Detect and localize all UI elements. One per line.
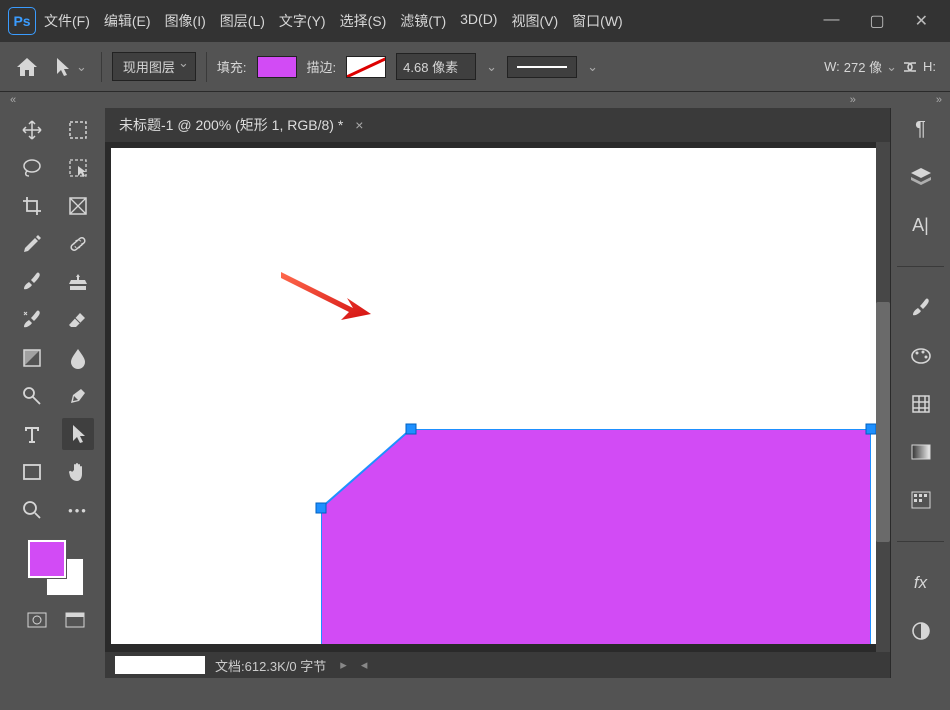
menu-image[interactable]: 图像(I)	[165, 11, 206, 31]
swatches-panel-icon[interactable]	[906, 343, 936, 369]
collapse-right2-icon[interactable]: »	[936, 94, 942, 106]
clone-stamp-tool[interactable]	[62, 266, 94, 298]
grid-panel-icon[interactable]	[906, 391, 936, 417]
foreground-color-swatch[interactable]	[28, 540, 66, 578]
spot-heal-tool[interactable]	[62, 228, 94, 260]
canvas-wrap	[105, 142, 890, 652]
tab-close-button[interactable]: ×	[355, 117, 363, 133]
dropdown-icon[interactable]: ⌄	[587, 59, 598, 75]
more-tools[interactable]: •••	[62, 494, 94, 526]
toolbox: •••	[0, 108, 105, 678]
annotation-arrow-icon	[281, 272, 371, 322]
close-button[interactable]: ✕	[915, 11, 928, 31]
frame-tool[interactable]	[62, 190, 94, 222]
menu-file[interactable]: 文件(F)	[44, 11, 90, 31]
quick-select-tool[interactable]	[62, 152, 94, 184]
maximize-button[interactable]: ▢	[869, 11, 884, 31]
options-bar: ⌄ 现用图层 填充: 描边: 4.68 像素 ⌄ ⌄ W: 272 像 ⌄ H:	[0, 42, 950, 92]
document-info[interactable]: 文档:612.3K/0 字节	[215, 656, 326, 675]
width-value[interactable]: 272 像	[844, 57, 882, 76]
link-icon[interactable]	[901, 59, 919, 75]
status-arrow2-icon[interactable]: ◂	[361, 657, 368, 673]
path-select-tool[interactable]	[62, 418, 94, 450]
scroll-thumb[interactable]	[876, 302, 890, 542]
color-swatches	[28, 540, 84, 596]
main-area: ••• 未标题-1 @ 200% (矩形 1, RGB/8) * ×	[0, 108, 950, 678]
fill-label: 填充:	[217, 57, 247, 76]
pattern-panel-icon[interactable]	[906, 487, 936, 513]
fill-swatch[interactable]	[257, 56, 297, 78]
collapse-right-icon[interactable]: »	[850, 94, 856, 106]
lasso-tool[interactable]	[16, 152, 48, 184]
layers-panel-icon[interactable]	[906, 164, 936, 190]
menu-3d[interactable]: 3D(D)	[460, 11, 497, 31]
dodge-tool[interactable]	[16, 380, 48, 412]
stroke-label: 描边:	[307, 57, 337, 76]
hand-tool[interactable]	[62, 456, 94, 488]
zoom-tool[interactable]	[16, 494, 48, 526]
zoom-input[interactable]	[115, 656, 205, 674]
brush-tool[interactable]	[16, 266, 48, 298]
pen-tool[interactable]	[62, 380, 94, 412]
dropdown-icon[interactable]: ⌄	[886, 59, 897, 75]
document-tab-bar: 未标题-1 @ 200% (矩形 1, RGB/8) * ×	[105, 108, 890, 142]
quickmask-tool[interactable]	[25, 608, 49, 632]
layer-mode-select[interactable]: 现用图层	[112, 52, 196, 81]
stroke-width-input[interactable]: 4.68 像素	[396, 53, 476, 80]
canvas[interactable]	[111, 148, 876, 644]
document-tab-title[interactable]: 未标题-1 @ 200% (矩形 1, RGB/8) *	[119, 115, 343, 135]
menu-select[interactable]: 选择(S)	[340, 11, 387, 31]
dropdown-icon: ⌄	[76, 59, 87, 75]
menu-edit[interactable]: 编辑(E)	[104, 11, 151, 31]
document-area: 未标题-1 @ 200% (矩形 1, RGB/8) * ×	[105, 108, 890, 678]
window-controls: — ▢ ✕	[823, 11, 928, 31]
menu-bar: 文件(F) 编辑(E) 图像(I) 图层(L) 文字(Y) 选择(S) 滤镜(T…	[44, 11, 823, 31]
title-bar: Ps 文件(F) 编辑(E) 图像(I) 图层(L) 文字(Y) 选择(S) 滤…	[0, 0, 950, 42]
dropdown-icon[interactable]: ⌄	[486, 59, 497, 75]
marquee-tool[interactable]	[62, 114, 94, 146]
stroke-swatch[interactable]	[346, 56, 386, 78]
status-bar: 文档:612.3K/0 字节 ▸ ◂	[105, 652, 890, 678]
selection-handle[interactable]	[866, 424, 877, 435]
panel-collapse-bar: « » »	[0, 92, 950, 108]
gradient-panel-icon[interactable]	[906, 439, 936, 465]
fx-panel-icon[interactable]: fx	[906, 570, 936, 596]
gradient-tool[interactable]	[16, 342, 48, 374]
brush-panel-icon[interactable]	[906, 295, 936, 321]
tool-indicator[interactable]: ⌄	[50, 52, 91, 82]
history-brush-tool[interactable]	[16, 304, 48, 336]
vertical-scrollbar[interactable]	[876, 142, 890, 652]
blur-tool[interactable]	[62, 342, 94, 374]
rectangle-tool[interactable]	[16, 456, 48, 488]
adjustments-panel-icon[interactable]	[906, 618, 936, 644]
shape-polygon	[321, 429, 871, 644]
eraser-tool[interactable]	[62, 304, 94, 336]
minimize-button[interactable]: —	[823, 11, 839, 31]
type-tool[interactable]	[16, 418, 48, 450]
menu-layer[interactable]: 图层(L)	[220, 11, 265, 31]
app-logo: Ps	[8, 7, 36, 35]
selected-shape[interactable]	[321, 429, 871, 644]
eyedropper-tool[interactable]	[16, 228, 48, 260]
crop-tool[interactable]	[16, 190, 48, 222]
stroke-style-preview[interactable]	[507, 56, 577, 78]
selection-handle[interactable]	[406, 424, 417, 435]
paragraph-panel-icon[interactable]: ¶	[906, 116, 936, 142]
character-panel-icon[interactable]: A|	[906, 212, 936, 238]
selection-handle[interactable]	[316, 503, 327, 514]
move-tool[interactable]	[16, 114, 48, 146]
collapse-left-icon[interactable]: «	[10, 94, 16, 106]
width-label: W:	[824, 59, 840, 74]
menu-type[interactable]: 文字(Y)	[279, 11, 326, 31]
home-icon[interactable]	[14, 55, 40, 79]
menu-window[interactable]: 窗口(W)	[572, 11, 623, 31]
status-arrow-icon[interactable]: ▸	[340, 657, 347, 673]
right-panel: ¶ A| fx	[890, 108, 950, 678]
screenmode-tool[interactable]	[63, 608, 87, 632]
menu-view[interactable]: 视图(V)	[511, 11, 558, 31]
menu-filter[interactable]: 滤镜(T)	[400, 11, 446, 31]
height-label: H:	[923, 59, 936, 74]
